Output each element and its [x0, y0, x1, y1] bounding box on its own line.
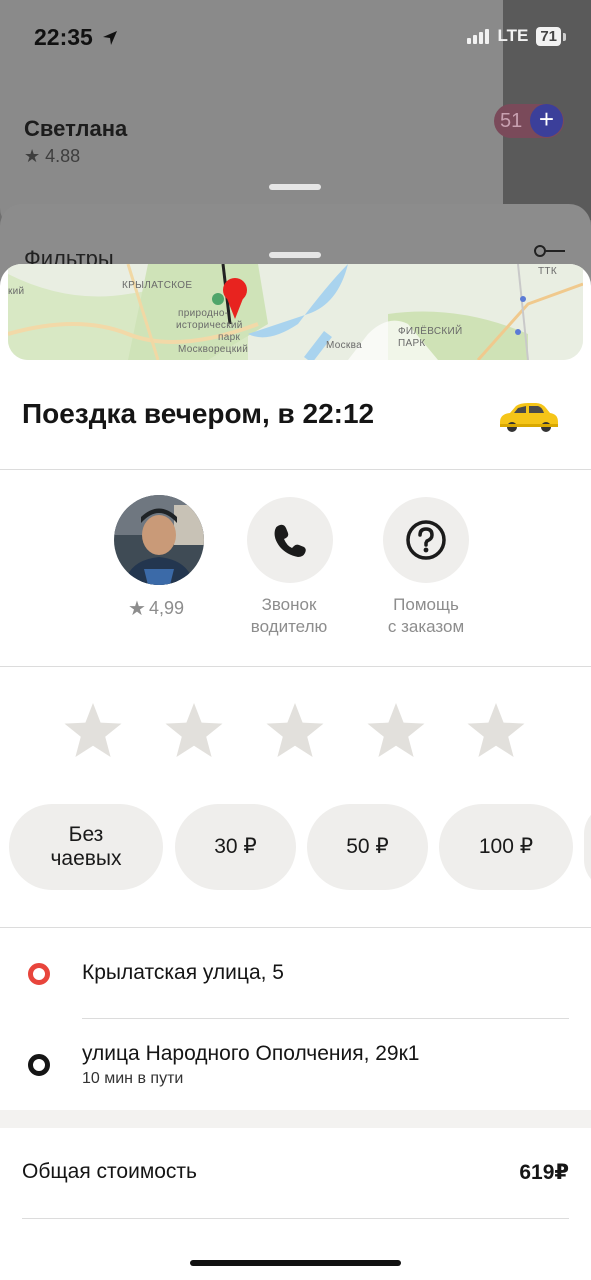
background-user-name: Светлана	[24, 116, 128, 141]
destination-address: улица Народного Ополчения, 29к1	[82, 1042, 420, 1065]
rating-star-5[interactable]	[466, 701, 526, 759]
call-driver-button[interactable]	[247, 497, 333, 583]
rating-star-1[interactable]	[63, 701, 123, 759]
divider	[0, 666, 591, 667]
sheet-handle	[269, 184, 321, 190]
rating-star-2[interactable]	[164, 701, 224, 759]
tip-more-button[interactable]	[584, 804, 591, 890]
map-label: природно-	[178, 308, 229, 319]
map-label: парк	[218, 332, 241, 343]
order-help-label: Помощь с заказом	[387, 595, 465, 636]
tip-100-button[interactable]: 100 ₽	[439, 804, 573, 890]
divider	[0, 469, 591, 470]
map-label: ПАРК	[398, 338, 426, 349]
map-label: ФИЛЁВСКИЙ	[398, 326, 463, 337]
pickup-point-icon	[28, 963, 50, 985]
order-help-button[interactable]	[383, 497, 469, 583]
divider	[22, 1218, 569, 1219]
rating-star-4[interactable]	[366, 701, 426, 759]
trip-details-sheet: кий КРЫЛАТСКОЕ природно- исторический па…	[0, 264, 591, 1280]
phone-icon	[274, 524, 306, 557]
divider	[82, 1018, 569, 1019]
background-user-rating: ★ 4.88	[24, 146, 81, 166]
trip-duration: 10 мин в пути	[82, 1070, 184, 1087]
trip-title: Поездка вечером, в 22:12	[22, 398, 375, 429]
plus-icon: +	[530, 104, 563, 137]
status-bar-time: 22:35	[34, 24, 119, 51]
map-label: Москворецкий	[178, 344, 249, 355]
status-time-text: 22:35	[34, 24, 93, 50]
destination-point-icon	[28, 1054, 50, 1076]
pickup-address: Крылатская улица, 5	[82, 961, 284, 984]
driver-rating: ★ 4,99	[128, 598, 184, 620]
map-label: ТТК	[538, 266, 557, 277]
battery-icon: 71	[536, 26, 566, 46]
total-cost-value: 619₽	[519, 1161, 569, 1184]
star-icon: ★	[24, 146, 41, 166]
taxi-car-icon	[500, 403, 558, 432]
location-arrow-icon	[102, 30, 117, 45]
driver-avatar[interactable]	[114, 495, 204, 585]
star-icon: ★	[128, 598, 146, 620]
sheet-handle-2	[269, 252, 321, 258]
map-label: кий	[8, 286, 25, 297]
signal-icon	[467, 28, 490, 44]
tip-50-button[interactable]: 50 ₽	[307, 804, 428, 890]
rating-star-3[interactable]	[265, 701, 325, 759]
map-canvas	[8, 264, 583, 360]
map-label: Москва	[326, 340, 362, 351]
home-indicator[interactable]	[190, 1260, 401, 1266]
map-label: исторический	[176, 320, 243, 331]
tip-30-button[interactable]: 30 ₽	[175, 804, 296, 890]
avatar-image	[114, 495, 204, 585]
route-map[interactable]: кий КРЫЛАТСКОЕ природно- исторический па…	[8, 264, 583, 360]
call-driver-label: Звонок водителю	[250, 595, 328, 636]
network-type: LTE	[497, 26, 529, 45]
divider	[0, 927, 591, 928]
map-label: КРЫЛАТСКОЕ	[122, 280, 193, 291]
section-separator	[0, 1110, 591, 1128]
tip-none-button[interactable]: Без чаевых	[9, 804, 163, 890]
total-cost-label: Общая стоимость	[22, 1160, 197, 1183]
status-bar-right: LTE 71	[467, 26, 566, 46]
question-icon	[406, 520, 446, 560]
